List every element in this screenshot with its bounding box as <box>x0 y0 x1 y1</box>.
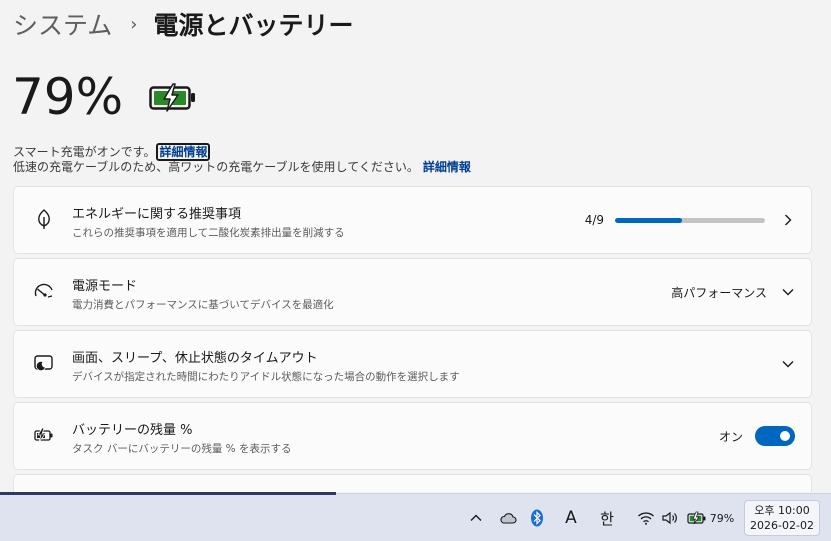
power-mode-dropdown[interactable]: 高パフォーマンス <box>671 284 767 301</box>
power-mode-gauge-icon <box>33 280 55 302</box>
breadcrumb-system-link[interactable]: システム <box>13 6 112 42</box>
card-subtitle: これらの推奨事項を適用して二酸化炭素排出量を削減する <box>72 227 345 239</box>
onedrive-cloud-icon[interactable] <box>496 494 520 541</box>
clock-time: 오후 10:00 <box>754 504 810 517</box>
screen-sleep-timeout-card[interactable]: 画面、スリープ、休止状態のタイムアウト デバイスが指定された時間にわたりアイドル… <box>13 330 812 398</box>
card-subtitle: タスク バーにバッテリーの残量 % を表示する <box>72 443 292 455</box>
battery-percent: 79% <box>12 68 124 126</box>
taskbar: A 한 79% 오후 10:00 2026-02-02 <box>0 492 831 541</box>
battery-charging-small-icon <box>33 424 55 446</box>
clock-date: 2026-02-02 <box>750 519 814 532</box>
taskbar-battery-percent[interactable]: 79% <box>708 494 736 541</box>
card-subtitle: 電力消費とパフォーマンスに基づいてデバイスを最適化 <box>72 299 334 311</box>
slow-charger-text: 低速の充電ケーブルのため、高ワットの充電ケーブルを使用してください。 <box>13 160 419 174</box>
ime-language-indicator[interactable]: 한 <box>596 494 618 541</box>
wifi-icon[interactable] <box>636 494 656 541</box>
ime-mode-indicator[interactable]: A <box>560 494 582 541</box>
recommendations-count: 4/9 <box>584 213 604 227</box>
screen-sleep-icon <box>33 352 55 374</box>
chevron-down-icon[interactable] <box>781 357 795 371</box>
breadcrumb: システム › 電源とバッテリー <box>13 6 353 42</box>
energy-recommendations-card[interactable]: エネルギーに関する推奨事項 これらの推奨事項を適用して二酸化炭素排出量を削減する… <box>13 186 812 254</box>
chevron-right-icon <box>781 213 795 227</box>
chevron-up-icon[interactable] <box>466 494 486 541</box>
card-title: 電源モード <box>72 279 138 294</box>
power-mode-card[interactable]: 電源モード 電力消費とパフォーマンスに基づいてデバイスを最適化 高パフォーマンス <box>13 258 812 326</box>
smart-charging-text: スマート充電がオンです。 <box>13 145 156 159</box>
chevron-down-icon <box>781 285 795 299</box>
battery-charging-icon <box>149 82 197 116</box>
toggle-state-label: オン <box>718 429 743 444</box>
volume-icon[interactable] <box>659 494 681 541</box>
taskbar-active-indicator <box>0 492 336 495</box>
progress-fill <box>615 217 682 223</box>
card-subtitle: デバイスが指定された時間にわたりアイドル状態になった場合の動作を選択します <box>72 371 460 383</box>
card-title: エネルギーに関する推奨事項 <box>72 207 242 222</box>
recommendations-progress-bar <box>615 217 765 223</box>
slow-charger-learn-more-link[interactable]: 詳細情報 <box>423 160 471 174</box>
slow-charger-note: 低速の充電ケーブルのため、高ワットの充電ケーブルを使用してください。 詳細情報 <box>13 158 471 175</box>
card-title: バッテリーの残量 % <box>72 423 193 438</box>
leaf-icon <box>33 208 55 230</box>
taskbar-clock[interactable]: 오후 10:00 2026-02-02 <box>744 500 820 536</box>
page-title: 電源とバッテリー <box>153 11 354 40</box>
breadcrumb-separator: › <box>130 13 138 35</box>
taskbar-battery-icon[interactable] <box>686 494 708 541</box>
battery-percentage-card: バッテリーの残量 % タスク バーにバッテリーの残量 % を表示する オン <box>13 402 812 470</box>
next-card-partial <box>13 474 812 492</box>
battery-summary: 79% <box>12 68 197 126</box>
battery-percentage-toggle[interactable] <box>755 426 795 446</box>
bluetooth-icon[interactable] <box>528 494 546 541</box>
card-title: 画面、スリープ、休止状態のタイムアウト <box>72 351 318 366</box>
